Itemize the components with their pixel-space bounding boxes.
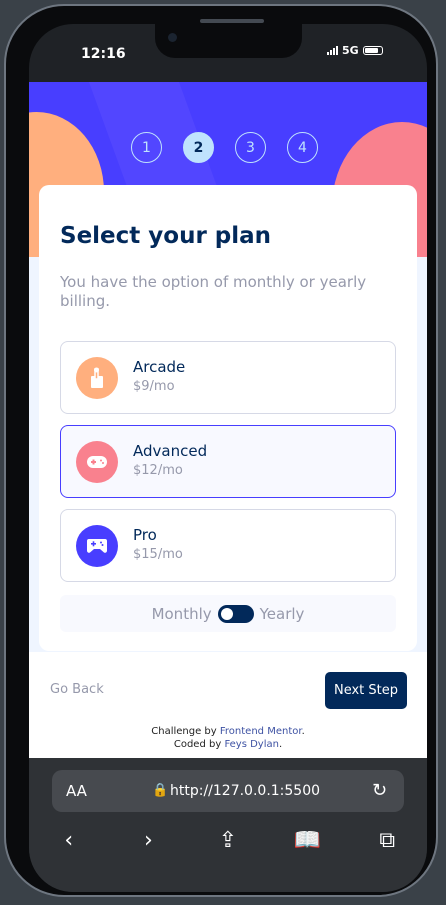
plan-price: $12/mo: [133, 463, 183, 478]
step-4[interactable]: 4: [287, 132, 318, 163]
author-link[interactable]: Feys Dylan: [224, 739, 279, 750]
reload-icon[interactable]: ↻: [372, 780, 387, 801]
tabs-icon[interactable]: ⧉: [367, 828, 407, 853]
step-indicators: 1 2 3 4: [131, 132, 318, 163]
arcade-icon: [76, 357, 118, 399]
toggle-knob: [220, 607, 233, 620]
plan-form-card: Select your plan You have the option of …: [39, 185, 417, 651]
attribution-text: Coded by: [173, 739, 222, 750]
step-2[interactable]: 2: [183, 132, 214, 163]
reader-aa-button[interactable]: AA: [66, 782, 87, 800]
web-page: 1 2 3 4 Select your plan You have the op…: [29, 82, 427, 758]
gamepad-icon: [76, 441, 118, 483]
bookmarks-icon[interactable]: 📖: [288, 828, 328, 853]
plan-name: Advanced: [133, 442, 208, 460]
frontend-mentor-link[interactable]: Frontend Mentor: [220, 726, 302, 737]
go-back-button[interactable]: Go Back: [50, 682, 104, 697]
page-title: Select your plan: [60, 223, 272, 249]
browser-toolbar: ‹ › ⇪ 📖 ⧉: [29, 828, 427, 853]
speaker-grille: [200, 19, 264, 23]
forward-arrow-icon[interactable]: ›: [128, 828, 168, 853]
status-indicators: 5G: [327, 44, 383, 57]
plan-name: Arcade: [133, 358, 186, 376]
status-time: 12:16: [81, 46, 126, 62]
address-bar[interactable]: AA 🔒 http://127.0.0.1:5500 ↻: [52, 770, 404, 812]
billing-toggle-row: Monthly Yearly: [60, 595, 396, 632]
plan-price: $15/mo: [133, 547, 183, 562]
plan-option-pro[interactable]: Pro $15/mo: [60, 509, 396, 582]
network-label: 5G: [342, 44, 359, 57]
phone-screen: 12:16 5G 1 2 3 4 Select your plan You ha…: [29, 24, 427, 892]
page-description: You have the option of monthly or yearly…: [60, 273, 367, 310]
plan-option-arcade[interactable]: Arcade $9/mo: [60, 341, 396, 414]
camera-icon: [168, 33, 177, 42]
plan-name: Pro: [133, 526, 157, 544]
step-3[interactable]: 3: [235, 132, 266, 163]
url-text[interactable]: http://127.0.0.1:5500: [170, 783, 320, 799]
plan-price: $9/mo: [133, 379, 175, 394]
next-step-button[interactable]: Next Step: [325, 672, 407, 709]
plan-option-advanced[interactable]: Advanced $12/mo: [60, 425, 396, 498]
yearly-label[interactable]: Yearly: [260, 605, 305, 623]
pro-controller-icon: [76, 525, 118, 567]
battery-icon: [362, 46, 383, 55]
share-icon[interactable]: ⇪: [208, 828, 248, 853]
browser-chrome: AA 🔒 http://127.0.0.1:5500 ↻ ‹ › ⇪ 📖 ⧉: [29, 758, 427, 892]
attribution-text: Challenge by: [151, 726, 217, 737]
back-arrow-icon[interactable]: ‹: [49, 828, 89, 853]
form-footer: Go Back Next Step Challenge by Frontend …: [29, 652, 427, 758]
step-1[interactable]: 1: [131, 132, 162, 163]
attribution: Challenge by Frontend Mentor. Coded by F…: [151, 726, 305, 750]
billing-toggle-switch[interactable]: [217, 604, 254, 623]
lock-icon: 🔒: [152, 783, 169, 798]
notch: [155, 24, 302, 58]
monthly-label[interactable]: Monthly: [152, 605, 212, 623]
signal-icon: [327, 46, 338, 55]
phone-frame: 12:16 5G 1 2 3 4 Select your plan You ha…: [4, 4, 438, 897]
